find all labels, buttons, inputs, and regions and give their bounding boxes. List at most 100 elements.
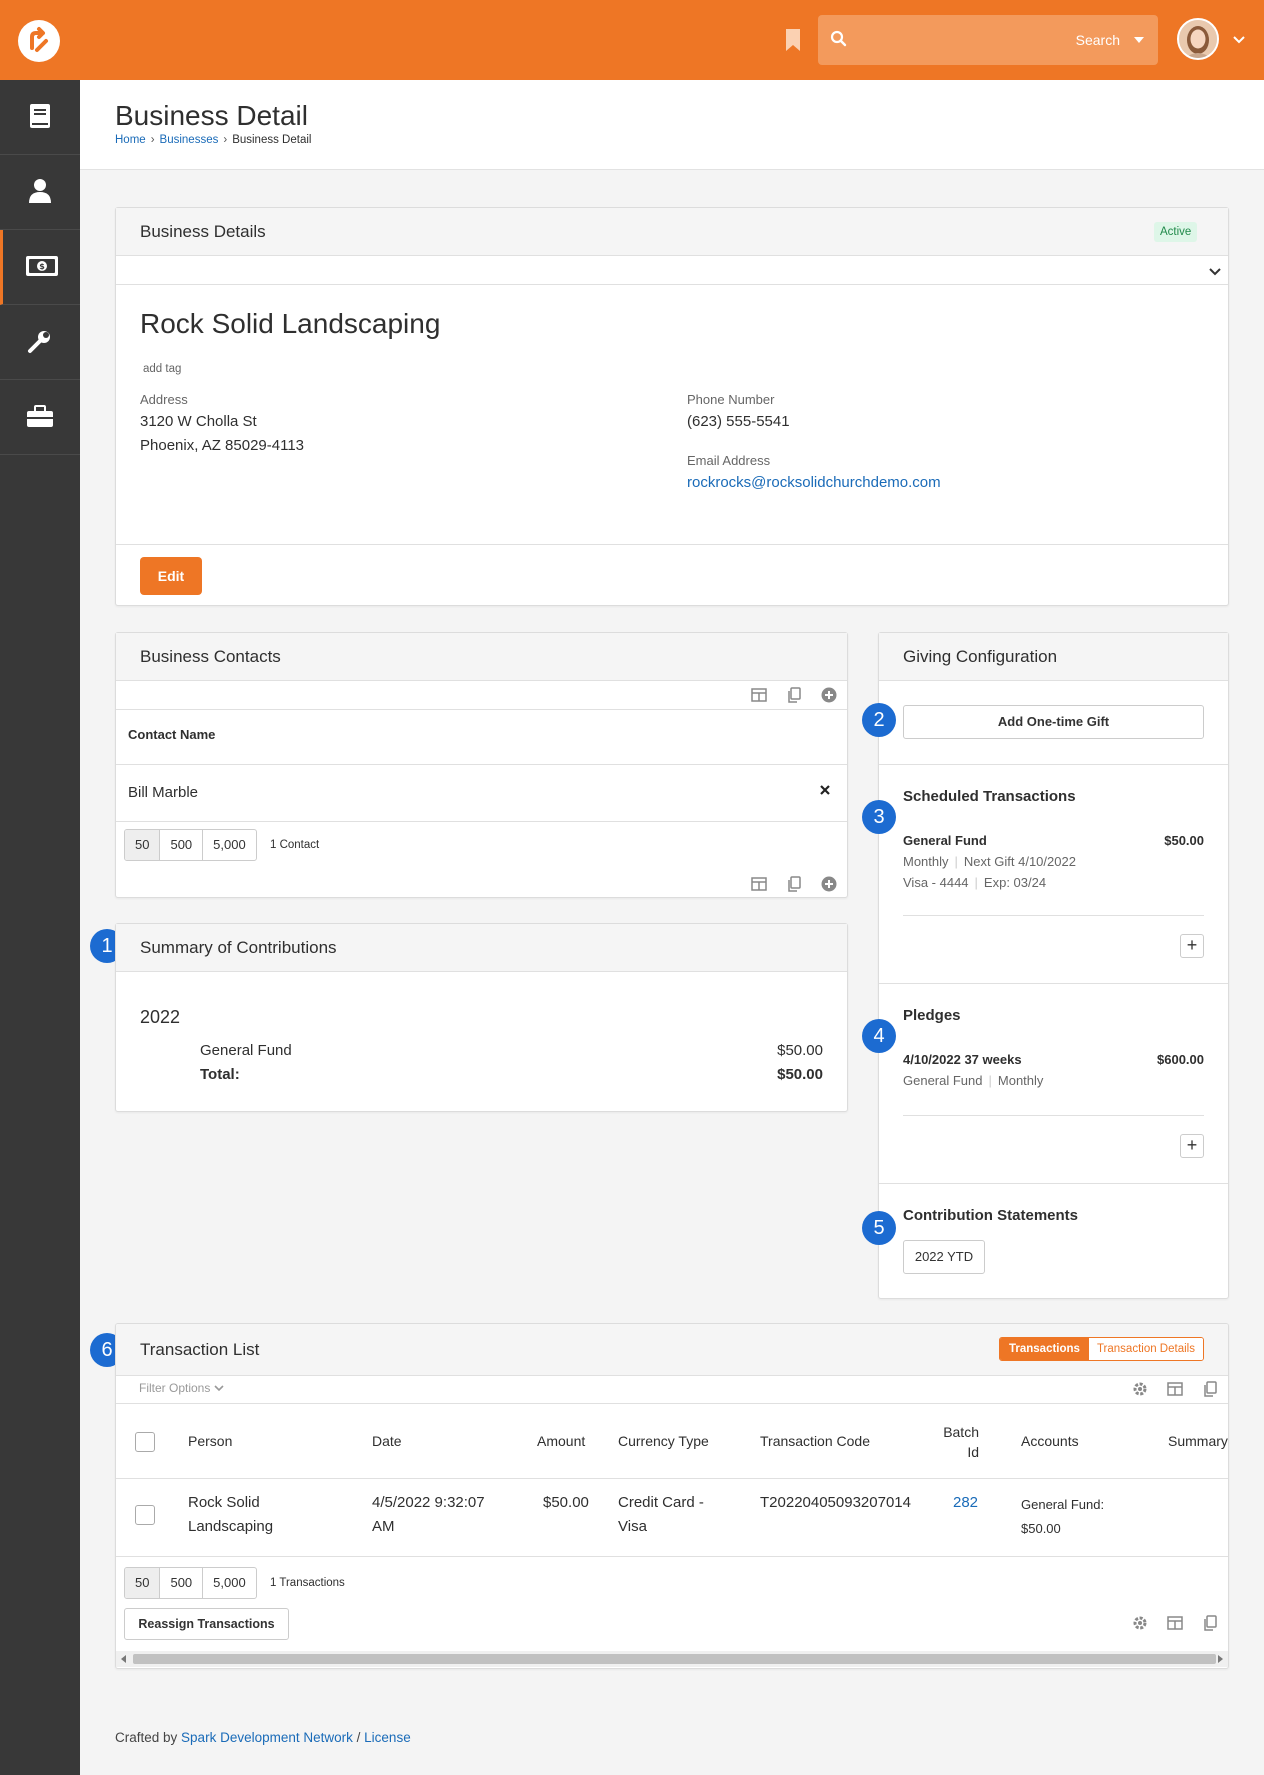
address-line2: Phoenix, AZ 85029-4113 bbox=[140, 437, 305, 454]
column-header-currency-type[interactable]: Currency Type bbox=[618, 1433, 709, 1449]
panel-title: Business Details bbox=[140, 222, 266, 241]
breadcrumb: Home › Businesses › Business Detail bbox=[115, 134, 311, 146]
divider bbox=[879, 1183, 1228, 1184]
scheduled-title: Scheduled Transactions bbox=[903, 788, 1076, 805]
pledge-fund: General Fund bbox=[903, 1073, 983, 1088]
panel-header: Business Contacts bbox=[116, 633, 847, 681]
page-size-selector[interactable]: 50 500 5,000 bbox=[124, 829, 257, 861]
sidebar-item-people[interactable] bbox=[0, 155, 80, 230]
statement-2022-ytd-button[interactable]: 2022 YTD bbox=[903, 1240, 985, 1274]
footer: Crafted by Spark Development Network / L… bbox=[115, 1730, 411, 1745]
sidebar-item-book[interactable] bbox=[0, 80, 80, 155]
tab-transactions[interactable]: Transactions bbox=[1000, 1338, 1089, 1360]
copy-icon[interactable] bbox=[1203, 1381, 1217, 1400]
search-box[interactable]: Search bbox=[818, 15, 1158, 65]
scrollbar-thumb[interactable] bbox=[133, 1654, 1216, 1664]
cell-person: Rock Solid Landscaping bbox=[188, 1494, 274, 1535]
page-size-5000[interactable]: 5,000 bbox=[203, 830, 256, 860]
chevron-down-icon[interactable] bbox=[1208, 264, 1222, 280]
grid-icon[interactable] bbox=[1167, 1616, 1183, 1633]
add-scheduled-button[interactable]: + bbox=[1180, 934, 1204, 958]
page-title: Business Detail bbox=[115, 100, 308, 131]
scheduled-expiration: Exp: 03/24 bbox=[983, 875, 1047, 890]
step-marker-2: 2 bbox=[862, 703, 896, 737]
phone-number: (623) 555-5541 bbox=[687, 413, 790, 430]
divider bbox=[903, 1115, 1204, 1116]
page-size-500[interactable]: 500 bbox=[160, 1568, 204, 1598]
copy-icon[interactable] bbox=[787, 876, 801, 895]
add-circle-icon[interactable] bbox=[821, 876, 837, 895]
column-header-batch-id[interactable]: Batch Id bbox=[931, 1422, 979, 1462]
table-row[interactable]: Bill Marble bbox=[116, 765, 847, 821]
column-header-transaction-code[interactable]: Transaction Code bbox=[760, 1433, 870, 1449]
column-header-person[interactable]: Person bbox=[188, 1433, 232, 1449]
reassign-transactions-button[interactable]: Reassign Transactions bbox=[124, 1608, 289, 1640]
sidebar-item-admin[interactable] bbox=[0, 305, 80, 380]
panel-title: Summary of Contributions bbox=[140, 938, 337, 957]
address-label: Address bbox=[140, 392, 188, 407]
gear-icon[interactable] bbox=[1132, 1381, 1148, 1400]
email-link[interactable]: rockrocks@rocksolidchurchdemo.com bbox=[687, 474, 941, 491]
page-header: Business Detail Home › Businesses › Business… bbox=[80, 80, 1264, 170]
batch-id-link[interactable]: 282 bbox=[953, 1491, 978, 1515]
column-header-contact-name[interactable]: Contact Name bbox=[128, 727, 215, 742]
column-header-date[interactable]: Date bbox=[372, 1433, 402, 1449]
column-header-summary[interactable]: Summary bbox=[1168, 1433, 1228, 1449]
copy-icon[interactable] bbox=[787, 687, 801, 706]
horizontal-scrollbar[interactable] bbox=[116, 1651, 1228, 1667]
search-icon bbox=[830, 30, 847, 50]
divider bbox=[903, 915, 1204, 916]
edit-button[interactable]: Edit bbox=[140, 557, 202, 595]
business-contacts-panel: Business Contacts Contact Name Bill Marb… bbox=[115, 632, 848, 898]
grid-icon[interactable] bbox=[751, 877, 767, 894]
tab-transaction-details[interactable]: Transaction Details bbox=[1088, 1338, 1203, 1360]
contact-name[interactable]: Bill Marble bbox=[128, 784, 198, 801]
sidebar-item-tools[interactable] bbox=[0, 380, 80, 455]
pledge-date[interactable]: 4/10/2022 37 weeks bbox=[903, 1052, 1022, 1067]
step-marker-5: 5 bbox=[862, 1211, 896, 1245]
divider bbox=[116, 821, 847, 822]
add-circle-icon[interactable] bbox=[821, 687, 837, 706]
page-size-500[interactable]: 500 bbox=[160, 830, 204, 860]
scroll-left-icon[interactable] bbox=[121, 1655, 126, 1663]
close-icon[interactable] bbox=[819, 783, 831, 799]
chevron-down-icon bbox=[214, 1381, 224, 1395]
breadcrumb-businesses[interactable]: Businesses bbox=[160, 134, 219, 146]
table-row[interactable]: Rock Solid Landscaping 4/5/2022 9:32:07 … bbox=[116, 1479, 1228, 1556]
summary-fund: General Fund bbox=[200, 1042, 292, 1059]
money-icon: $ bbox=[25, 255, 59, 280]
search-type-label[interactable]: Search bbox=[1076, 32, 1120, 48]
select-all-checkbox[interactable] bbox=[135, 1432, 155, 1452]
add-one-time-gift-button[interactable]: Add One-time Gift bbox=[903, 705, 1204, 739]
copy-icon[interactable] bbox=[1203, 1615, 1217, 1634]
page-size-50[interactable]: 50 bbox=[125, 830, 161, 860]
filter-options-toggle[interactable]: Filter Options bbox=[139, 1381, 224, 1395]
gear-icon[interactable] bbox=[1132, 1615, 1148, 1634]
add-tag-link[interactable]: add tag bbox=[143, 363, 181, 375]
avatar[interactable] bbox=[1177, 18, 1219, 60]
add-pledge-button[interactable]: + bbox=[1180, 1134, 1204, 1158]
caret-down-icon[interactable] bbox=[1134, 37, 1144, 43]
panel-title: Giving Configuration bbox=[903, 647, 1058, 666]
footer-network-link[interactable]: Spark Development Network bbox=[181, 1730, 353, 1745]
panel-header: Summary of Contributions bbox=[116, 924, 847, 972]
page-size-50[interactable]: 50 bbox=[125, 1568, 161, 1598]
page-size-5000[interactable]: 5,000 bbox=[203, 1568, 256, 1598]
sidebar-item-finance[interactable]: $ bbox=[0, 230, 80, 305]
row-checkbox[interactable] bbox=[135, 1505, 155, 1525]
chevron-down-icon[interactable] bbox=[1232, 32, 1246, 48]
svg-text:$: $ bbox=[39, 262, 45, 271]
scheduled-fund[interactable]: General Fund bbox=[903, 833, 987, 848]
scroll-right-icon[interactable] bbox=[1218, 1655, 1223, 1663]
rock-logo-icon[interactable] bbox=[18, 20, 60, 62]
column-header-amount[interactable]: Amount bbox=[537, 1433, 585, 1449]
column-header-accounts[interactable]: Accounts bbox=[1021, 1433, 1079, 1449]
grid-icon[interactable] bbox=[1167, 1382, 1183, 1399]
page-size-selector[interactable]: 50 500 5,000 bbox=[124, 1567, 257, 1599]
breadcrumb-home[interactable]: Home bbox=[115, 134, 146, 146]
grid-icon[interactable] bbox=[751, 688, 767, 705]
bookmark-icon[interactable] bbox=[784, 28, 802, 52]
cell-accounts: General Fund: $50.00 bbox=[1021, 1497, 1105, 1536]
book-icon bbox=[28, 103, 52, 132]
footer-license-link[interactable]: License bbox=[364, 1730, 411, 1745]
